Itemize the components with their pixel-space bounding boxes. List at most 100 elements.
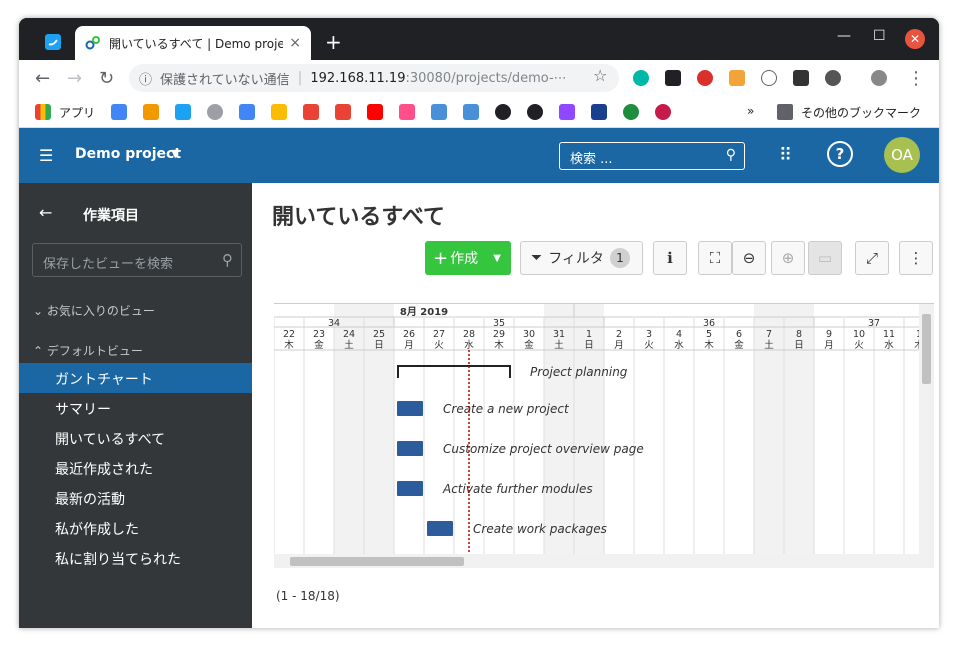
defaults-header-label: デフォルトビュー xyxy=(46,344,143,358)
defaults-group-header[interactable]: ⌃ デフォルトビュー xyxy=(33,342,143,359)
twitter-icon[interactable] xyxy=(175,104,191,120)
gantt-day-weekday: 火 xyxy=(434,340,444,351)
extension-icon[interactable] xyxy=(665,70,681,86)
forward-icon[interactable]: → xyxy=(67,68,82,89)
info-icon[interactable]: ⓘ xyxy=(139,69,152,88)
gantt-task-label: Create work packages xyxy=(473,522,607,536)
extension-icon[interactable] xyxy=(729,70,745,86)
timeline-button[interactable]: ▭ xyxy=(808,241,842,275)
gantt-day-weekday: 土 xyxy=(554,339,564,351)
bookmarks-more[interactable]: » xyxy=(747,104,754,118)
apps-icon[interactable] xyxy=(35,104,51,120)
extension-icon[interactable] xyxy=(633,70,649,86)
bookmark-star-icon[interactable]: ☆ xyxy=(593,66,607,85)
gantt-day-weekday: 日 xyxy=(794,340,804,351)
browser-toolbar: ← → ↻ ⓘ 保護されていない通信 | 192.168.11.19 :3008… xyxy=(19,60,939,96)
gantt-day-weekday: 木 xyxy=(704,339,714,351)
favorites-group-header[interactable]: ⌄ お気に入りのビュー xyxy=(33,302,155,319)
sidebar-item-summary[interactable]: サマリー xyxy=(19,393,252,423)
avatar[interactable]: OA xyxy=(884,137,920,173)
extension-icon[interactable] xyxy=(761,70,777,86)
sidebar-item-latest-created[interactable]: 最近作成された xyxy=(19,453,252,483)
gantt-day-weekday: 金 xyxy=(314,339,324,351)
gantt-day-number: 31 xyxy=(553,329,565,340)
top-header: ☰ Demo project ▼ 検索 ... ⚲ ⠿ ? OA xyxy=(19,128,939,183)
gantt-day-number: 1 xyxy=(586,329,592,340)
gnome-icon[interactable] xyxy=(793,70,809,86)
gantt-day-number: 9 xyxy=(826,329,832,340)
github-icon[interactable] xyxy=(495,104,511,120)
zoom-auto-button[interactable]: ⛶ xyxy=(698,241,732,275)
keep-icon[interactable] xyxy=(271,104,287,120)
profile-icon[interactable] xyxy=(871,70,887,86)
reload-icon[interactable]: ↻ xyxy=(99,68,114,89)
back-arrow-icon[interactable]: ← xyxy=(39,203,52,222)
github-icon[interactable] xyxy=(527,104,543,120)
sidebar-item-all-open[interactable]: 開いているすべて xyxy=(19,423,252,453)
sidebar-item-latest-activity[interactable]: 最新の活動 xyxy=(19,483,252,513)
gantt-task-bar xyxy=(427,521,453,536)
help-icon[interactable]: ? xyxy=(827,141,853,167)
search-icon[interactable]: ⚲ xyxy=(726,147,736,163)
gantt-day-weekday: 木 xyxy=(494,339,504,351)
bookmark-icon[interactable] xyxy=(207,104,223,120)
bookmark-icon[interactable] xyxy=(143,104,159,120)
more-icon: ⋮ xyxy=(908,249,924,267)
extension-icon[interactable] xyxy=(825,70,841,86)
minimize-button[interactable]: — xyxy=(837,28,851,44)
gantt-day-weekday: 火 xyxy=(644,340,654,351)
tab-strip: 開いているすべて | Demo project × + — ☐ ✕ xyxy=(19,18,939,60)
project-name[interactable]: Demo project xyxy=(75,146,181,162)
raspberry-icon[interactable] xyxy=(655,104,671,120)
bookmark-icon[interactable] xyxy=(623,104,639,120)
bookmark-icon[interactable] xyxy=(431,104,447,120)
bookmark-icon[interactable] xyxy=(463,104,479,120)
gmail-icon[interactable] xyxy=(335,104,351,120)
calendar-icon[interactable] xyxy=(239,104,255,120)
menu-icon[interactable]: ⋮ xyxy=(907,68,925,89)
info-button[interactable]: ℹ xyxy=(653,241,687,275)
apps-label[interactable]: アプリ xyxy=(59,104,95,121)
sidebar-item-assigned-to-me[interactable]: 私に割り当てられた xyxy=(19,543,252,573)
create-label: 作成 xyxy=(450,251,479,267)
other-bookmarks[interactable]: その他のブックマーク xyxy=(801,104,921,121)
back-icon[interactable]: ← xyxy=(35,68,50,89)
zoom-out-button[interactable]: ⊖ xyxy=(732,241,766,275)
saved-views-search-input[interactable]: 保存したビューを検索 ⚲ xyxy=(32,243,242,277)
gantt-day-number: 8 xyxy=(796,329,802,340)
gantt-day-weekday: 水 xyxy=(674,339,684,351)
search-input[interactable]: 検索 ... ⚲ xyxy=(559,142,745,170)
bookmark-icon[interactable] xyxy=(399,104,415,120)
modules-grid-icon[interactable]: ⠿ xyxy=(779,145,792,166)
folder-icon[interactable] xyxy=(777,104,793,120)
caret-down-icon[interactable]: ▼ xyxy=(171,147,179,160)
adblock-icon[interactable] xyxy=(697,70,713,86)
maximize-button[interactable]: ☐ xyxy=(873,28,886,44)
close-window-button[interactable]: ✕ xyxy=(905,29,925,49)
pagination-info: (1 - 18/18) xyxy=(276,589,340,603)
bookmark-icon[interactable] xyxy=(111,104,127,120)
sidebar-item-gantt[interactable]: ガントチャート xyxy=(19,363,252,393)
tab-active[interactable]: 開いているすべて | Demo project × xyxy=(75,26,311,60)
address-bar[interactable]: ⓘ 保護されていない通信 | 192.168.11.19 :30080/proj… xyxy=(129,64,619,92)
create-button[interactable]: + 作成 ▼ xyxy=(425,241,511,275)
twitch-icon[interactable] xyxy=(559,104,575,120)
gmail-icon[interactable] xyxy=(303,104,319,120)
gantt-day-number: 3 xyxy=(646,329,652,340)
bookmark-icon[interactable] xyxy=(591,104,607,120)
sidebar-item-created-by-me[interactable]: 私が作成した xyxy=(19,513,252,543)
filter-button[interactable]: ⏷ フィルタ 1 xyxy=(520,241,643,275)
gantt-day-weekday: 月 xyxy=(614,340,624,351)
youtube-icon[interactable] xyxy=(367,104,383,120)
tab-close-icon[interactable]: × xyxy=(289,35,301,51)
new-tab-button[interactable]: + xyxy=(325,30,342,54)
pinned-tab-twitter[interactable] xyxy=(39,28,67,56)
gantt-month-label: 8月 2019 xyxy=(400,306,448,318)
timeline-icon: ▭ xyxy=(817,249,833,267)
fullscreen-button[interactable]: ⤢ xyxy=(855,241,889,275)
hamburger-icon[interactable]: ☰ xyxy=(39,146,53,165)
more-settings-button[interactable]: ⋮ xyxy=(899,241,933,275)
gantt-task-bar xyxy=(397,441,423,456)
main-content: 開いているすべて + 作成 ▼ ⏷ フィルタ 1 ℹ ⛶ ⊖ ⊕ ▭ ⤢ ⋮ 8… xyxy=(252,183,939,628)
zoom-in-button[interactable]: ⊕ xyxy=(771,241,805,275)
